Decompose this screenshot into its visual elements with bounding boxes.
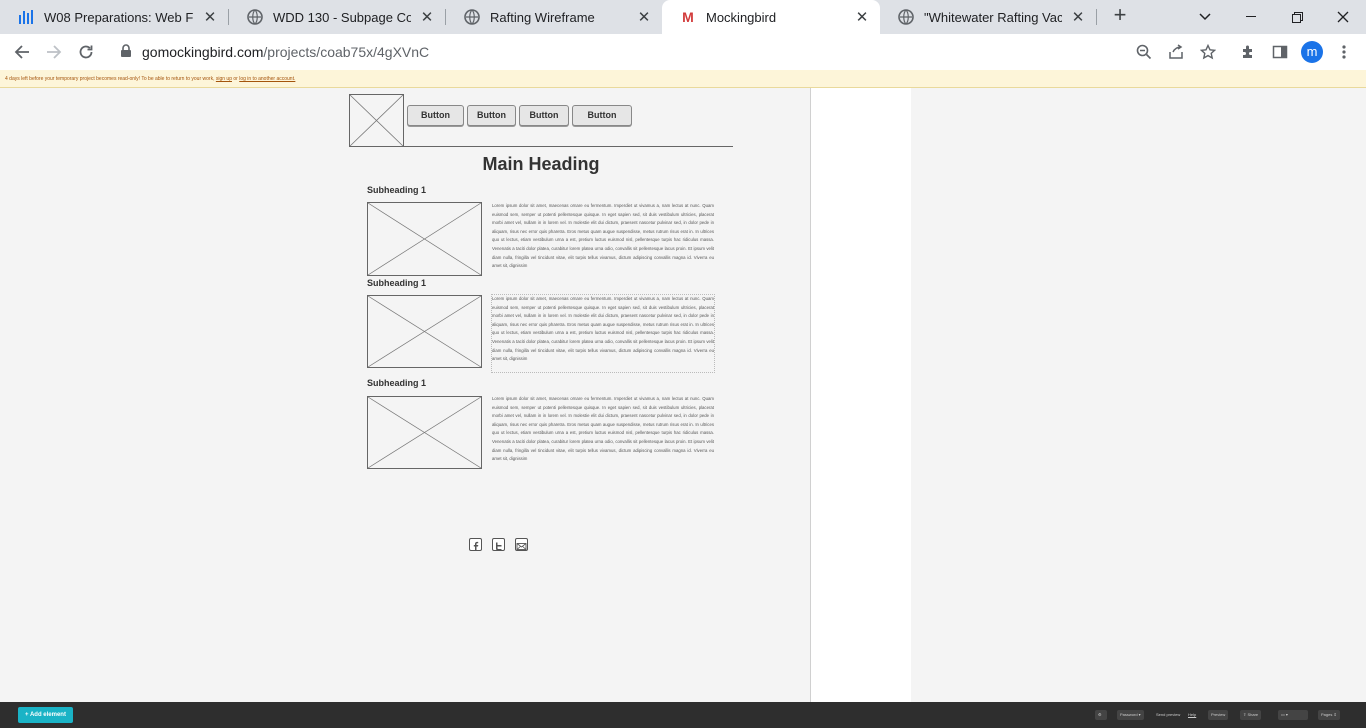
trial-banner: 4 days left before your temporary projec… (0, 70, 1366, 88)
arrow-right-icon (47, 45, 62, 59)
close-tab-icon[interactable]: ✕ (636, 8, 652, 26)
tab-title: Mockingbird (706, 9, 777, 25)
bookmark-star-icon[interactable] (1196, 40, 1220, 64)
url-text: gomockingbird.com/projects/coab75x/4gXVn… (142, 44, 429, 60)
main-heading[interactable]: Main Heading (349, 154, 733, 175)
twitter-icon[interactable] (492, 538, 505, 551)
sign-up-link[interactable]: sign up (216, 76, 232, 82)
minimize-icon (1246, 16, 1256, 17)
tab-title: W08 Preparations: Web Fund (44, 9, 194, 25)
tab-whitewater-rafting[interactable]: "Whitewater Rafting Vacation ✕ (880, 0, 1096, 34)
chevron-down-icon (1199, 13, 1211, 21)
arrow-left-icon (14, 45, 29, 59)
forward-button[interactable] (42, 40, 66, 64)
avatar[interactable]: m (1301, 41, 1323, 63)
pages-dropdown[interactable]: Pages ⇕ (1318, 710, 1340, 720)
tab-title: "Whitewater Rafting Vacation (924, 9, 1062, 25)
password-label: Password (1120, 712, 1138, 717)
subheading[interactable]: Subheading 1 (367, 185, 426, 195)
tab-search-button[interactable] (1182, 0, 1228, 34)
editor-bottom-bar: + Add element ⚙ Password ▾ Send preview … (0, 702, 1366, 728)
image-placeholder-icon (367, 295, 482, 368)
help-link[interactable]: Help (1188, 710, 1196, 720)
wireframe-nav-button-2[interactable]: Button (467, 105, 516, 126)
tab-separator (1096, 9, 1097, 25)
share-label: Share (1247, 712, 1259, 717)
close-window-button[interactable] (1320, 0, 1366, 34)
close-tab-icon[interactable]: ✕ (419, 8, 435, 26)
body-text-selected[interactable]: Lorem ipsum dolor sit amet, maecenas orn… (491, 294, 715, 373)
bar-chart-icon (18, 9, 34, 25)
password-dropdown[interactable]: Password ▾ (1117, 710, 1144, 720)
restore-icon (1291, 11, 1303, 23)
image-placeholder[interactable] (367, 295, 482, 368)
wireframe-nav-button-1[interactable]: Button (407, 105, 464, 126)
add-element-button[interactable]: + Add element (18, 707, 73, 723)
reload-icon (79, 45, 93, 59)
body-text[interactable]: Lorem ipsum dolor sit amet, maecenas orn… (492, 202, 714, 279)
canvas-right-panel (810, 88, 911, 702)
wireframe-nav-button-4[interactable]: Button (572, 105, 632, 126)
email-icon[interactable] (515, 538, 528, 551)
image-placeholder[interactable] (367, 396, 482, 469)
subheading[interactable]: Subheading 1 (367, 278, 426, 288)
image-placeholder-icon (367, 202, 482, 276)
body-text[interactable]: Lorem ipsum dolor sit amet, maecenas orn… (492, 395, 714, 472)
browser-toolbar: gomockingbird.com/projects/coab75x/4gXVn… (0, 34, 1366, 70)
tab-rafting-wireframe[interactable]: Rafting Wireframe ✕ (446, 0, 662, 34)
globe-icon (247, 9, 263, 25)
facebook-icon[interactable] (469, 538, 482, 551)
subheading[interactable]: Subheading 1 (367, 378, 426, 388)
tab-wdd-130[interactable]: WDD 130 - Subpage Content ✕ (229, 0, 445, 34)
tab-title: WDD 130 - Subpage Content (273, 9, 411, 25)
settings-icon[interactable]: ⚙ (1095, 710, 1107, 720)
image-placeholder-icon (349, 94, 404, 147)
close-tab-icon[interactable]: ✕ (854, 8, 870, 26)
tab-mockingbird[interactable]: M Mockingbird ✕ (662, 0, 880, 34)
tab-title: Rafting Wireframe (490, 9, 595, 25)
logo-placeholder[interactable] (349, 94, 404, 147)
zoom-icon[interactable] (1132, 40, 1156, 64)
view-options-dropdown[interactable]: ▭ ▾ (1278, 710, 1308, 720)
send-preview-link[interactable]: Send preview (1156, 710, 1180, 720)
close-tab-icon[interactable]: ✕ (202, 8, 218, 26)
browser-tab-bar: W08 Preparations: Web Fund ✕ WDD 130 - S… (0, 0, 1366, 34)
url-path: /projects/coab75x/4gXVnC (263, 44, 430, 60)
extensions-icon[interactable] (1236, 40, 1260, 64)
image-placeholder[interactable] (367, 202, 482, 276)
new-tab-button[interactable]: + (1108, 4, 1132, 28)
side-panel-icon[interactable] (1268, 40, 1292, 64)
share-icon[interactable] (1164, 40, 1188, 64)
image-placeholder-icon (367, 396, 482, 469)
globe-icon (464, 9, 480, 25)
back-button[interactable] (10, 40, 34, 64)
address-bar[interactable]: gomockingbird.com/projects/coab75x/4gXVn… (112, 38, 1232, 66)
banner-text: 4 days left before your temporary projec… (5, 76, 215, 82)
menu-kebab-icon[interactable] (1332, 40, 1356, 64)
share-button[interactable]: ⇪ Share (1240, 710, 1262, 720)
log-in-link[interactable]: log in to another account. (239, 76, 295, 82)
url-host: gomockingbird.com (142, 44, 264, 60)
banner-or: or (233, 76, 238, 82)
tab-w08-preparations[interactable]: W08 Preparations: Web Fund ✕ (0, 0, 228, 34)
mockingbird-logo-icon: M (682, 9, 694, 25)
restore-button[interactable] (1274, 0, 1320, 34)
close-tab-icon[interactable]: ✕ (1070, 8, 1086, 26)
reload-button[interactable] (74, 40, 98, 64)
preview-button[interactable]: Preview (1208, 710, 1229, 720)
wireframe-nav-button-3[interactable]: Button (519, 105, 569, 126)
globe-icon (898, 9, 914, 25)
lock-icon (120, 44, 132, 63)
close-icon (1337, 11, 1349, 23)
header-divider (349, 146, 733, 147)
pages-label: Pages (1321, 712, 1333, 717)
minimize-button[interactable] (1228, 0, 1274, 34)
